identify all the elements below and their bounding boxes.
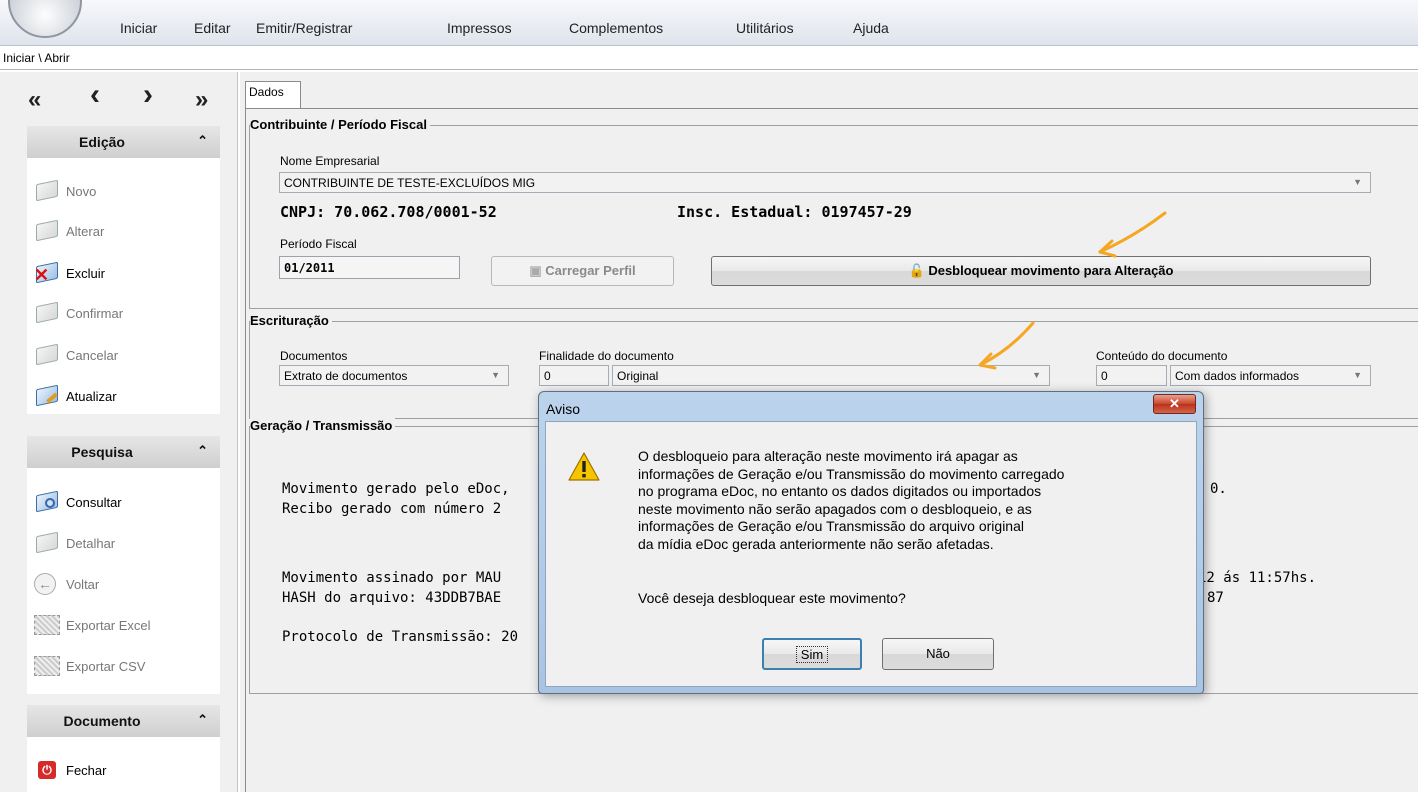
dialog-message: O desbloqueio para alteração neste movim…	[638, 448, 1065, 552]
sim-button-label: Sim	[795, 646, 829, 663]
dialog-title: Aviso	[546, 401, 580, 417]
annotation-arrow-desbloquear	[1098, 211, 1167, 258]
dialog-question: Você deseja desbloquear este movimento?	[638, 590, 906, 606]
sim-button[interactable]: Sim	[762, 638, 862, 670]
aviso-dialog: Aviso ✕ O desbloqueio para alteração nes…	[538, 391, 1204, 694]
nao-button[interactable]: Não	[882, 638, 994, 670]
warning-icon	[568, 452, 600, 481]
close-icon[interactable]: ✕	[1153, 394, 1196, 414]
nao-button-label: Não	[926, 646, 950, 661]
dialog-body: O desbloqueio para alteração neste movim…	[545, 421, 1197, 687]
annotation-arrow-finalidade	[978, 321, 1035, 370]
